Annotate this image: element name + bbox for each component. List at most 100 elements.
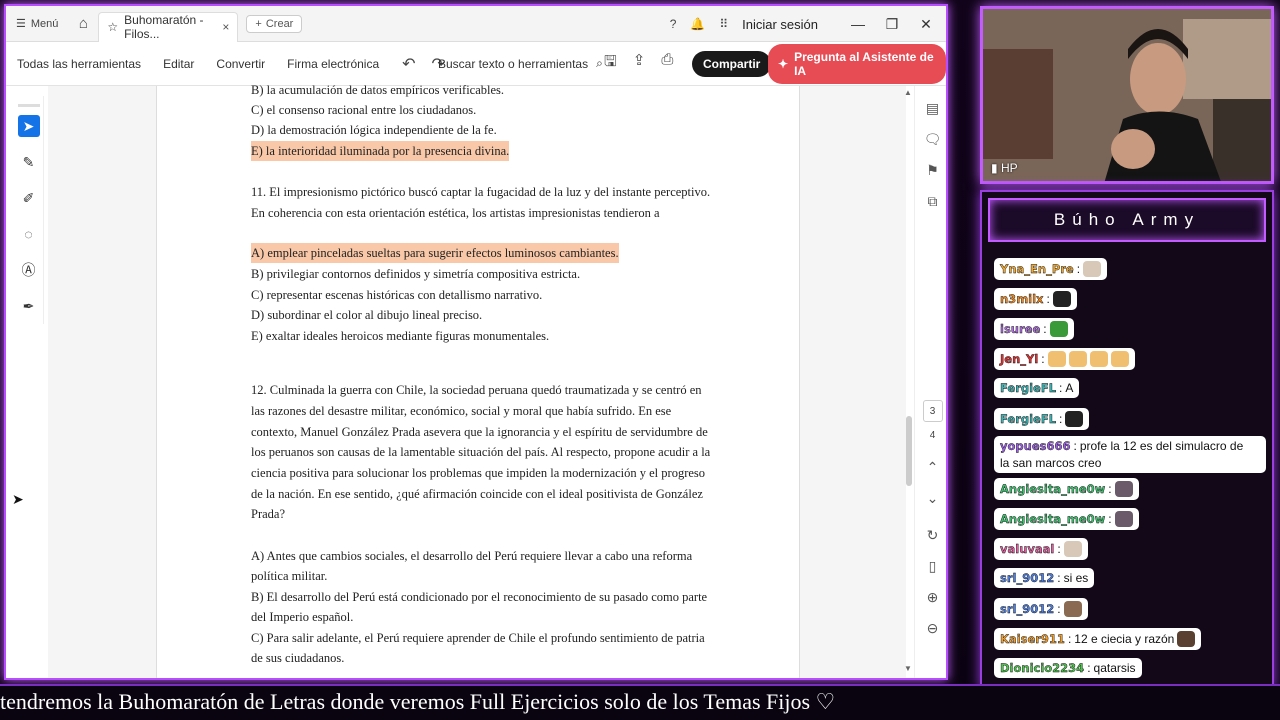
sign-icon[interactable]: ✒ <box>18 295 40 317</box>
document-line: C) Para salir adelante, el Perú requiere… <box>251 631 705 645</box>
emote-icon <box>1068 351 1087 367</box>
search-tools[interactable]: Buscar texto o herramientas ⌕ <box>438 56 603 71</box>
mouse-cursor-icon: ➤ <box>12 491 24 507</box>
undo-icon[interactable]: ↶ <box>402 54 415 74</box>
comments-icon[interactable]: 🗨 <box>924 131 942 148</box>
chat-message: FergieFL : A <box>994 378 1080 398</box>
chat-username[interactable]: yopues666 <box>1000 439 1071 453</box>
minimize-icon[interactable]: — <box>848 16 868 32</box>
new-tab-button[interactable]: + Crear <box>246 14 303 33</box>
bookmark-icon[interactable]: ⚑ <box>926 162 939 179</box>
ai-summary-icon[interactable]: ▤ <box>926 100 939 117</box>
webcam-image <box>983 9 1271 181</box>
page-fit-icon[interactable]: ▯ <box>929 558 937 575</box>
menu-label: Menú <box>30 17 59 30</box>
hamburger-icon: ☰ <box>16 18 26 30</box>
document-viewport[interactable]: B) la acumulación de datos empíricos ver… <box>48 83 906 678</box>
close-window-icon[interactable]: ✕ <box>916 16 936 33</box>
chat-username[interactable]: srl_9012 <box>1000 602 1055 616</box>
chat-text: A <box>1065 381 1074 395</box>
chat-panel: Búho Army Yna_En_Pre : n3milx : isuree : Je… <box>980 190 1274 690</box>
document-line: 12. Culminada la guerra con Chile, la so… <box>251 383 702 397</box>
chat-username[interactable]: Jen_Yl <box>1000 352 1039 366</box>
rotate-icon[interactable]: ↻ <box>927 527 939 544</box>
ai-assistant-button[interactable]: ✦ Pregunta al Asistente de IA <box>768 43 946 84</box>
chat-separator: : <box>1059 381 1063 395</box>
page-number-next[interactable]: 4 <box>930 430 936 441</box>
toolbar-grip <box>17 104 40 107</box>
chat-username[interactable]: Yna_En_Pre <box>1000 262 1074 276</box>
chat-separator: : <box>1073 439 1077 453</box>
chat-username[interactable]: n3milx <box>1000 292 1044 306</box>
chat-message: FergieFL : <box>994 408 1090 430</box>
star-icon[interactable]: ☆ <box>107 20 118 34</box>
chat-separator: : <box>1108 482 1112 496</box>
sign-in-button[interactable]: Iniciar sesión <box>742 17 818 32</box>
bell-icon[interactable]: 🔔 <box>690 17 705 31</box>
ticker-text: tendremos la Buhomaratón de Letras donde… <box>0 689 836 714</box>
emote-icon <box>1049 321 1068 337</box>
chat-message: n3milx : <box>994 288 1077 310</box>
chat-username[interactable]: Angiesita_me0w <box>1000 512 1106 526</box>
scroll-down-arrow-icon[interactable]: ▼ <box>904 664 912 673</box>
document-line: B) privilegiar contornos definidos y sim… <box>251 267 581 281</box>
pages-icon[interactable]: ⧉ <box>928 193 938 210</box>
emote-icon <box>1114 511 1133 527</box>
document-line: de la nación. En ese sentido, ¿qué afirm… <box>251 487 703 501</box>
help-icon[interactable]: ? <box>670 17 677 31</box>
restore-icon[interactable]: ❐ <box>882 16 902 33</box>
menu-button[interactable]: ☰ Menú <box>6 17 68 31</box>
esign-button[interactable]: Firma electrónica <box>276 57 390 71</box>
zoom-out-icon[interactable]: ⊖ <box>927 620 939 637</box>
previous-page-icon[interactable]: ⌃ <box>927 459 939 476</box>
close-tab-icon[interactable]: × <box>222 20 229 34</box>
chat-message: isuree : <box>994 318 1074 340</box>
save-icon[interactable]: 🖫 <box>604 51 617 76</box>
add-comment-icon[interactable]: ✎ <box>18 151 40 173</box>
vertical-scrollbar[interactable]: ▲ ▼ <box>904 86 914 678</box>
document-line: D) subordinar el color al dibujo lineal … <box>251 308 483 322</box>
chat-username[interactable]: isuree <box>1000 322 1041 336</box>
emote-icon <box>1177 631 1196 647</box>
apps-grid-icon[interactable]: ⠿ <box>719 17 728 31</box>
print-icon[interactable]: ⎙ <box>661 51 673 76</box>
emote-icon <box>1110 351 1129 367</box>
upload-icon[interactable]: ⇪ <box>633 51 646 76</box>
document-line: E) la interioridad iluminada por la pres… <box>251 141 510 161</box>
search-icon: ⌕ <box>596 56 603 70</box>
document-line: C) representar escenas históricas con de… <box>251 288 543 302</box>
page-number-current[interactable]: 3 <box>922 400 943 422</box>
scroll-up-arrow-icon[interactable]: ▲ <box>904 88 912 97</box>
chat-text: si es <box>1063 571 1089 585</box>
convert-button[interactable]: Convertir <box>205 57 276 71</box>
emote-icon <box>1047 351 1066 367</box>
freehand-draw-icon[interactable]: ◌ <box>18 223 40 245</box>
chat-username[interactable]: FergieFL <box>1000 412 1056 426</box>
chat-message: srl_9012 : si es <box>994 568 1095 588</box>
zoom-in-icon[interactable]: ⊕ <box>927 589 939 606</box>
chat-separator: : <box>1043 322 1047 336</box>
document-tab[interactable]: ☆ Buhomaratón - Filos... × <box>98 11 239 42</box>
document-line: A) emplear pinceladas sueltas para suger… <box>251 243 619 263</box>
all-tools-button[interactable]: Todas las herramientas <box>6 57 152 71</box>
chat-username[interactable]: Angiesita_me0w <box>1000 482 1106 496</box>
highlight-pen-icon[interactable]: ✐ <box>18 187 40 209</box>
chat-message: Angiesita_me0w : <box>994 508 1139 530</box>
chat-username[interactable]: Dionicio2234 <box>1000 661 1085 675</box>
chat-message: Kaiser911 : 12 e ciecia y razón <box>994 628 1202 650</box>
chat-username[interactable]: Kaiser911 <box>1000 632 1065 646</box>
scroll-thumb[interactable] <box>906 416 912 486</box>
acrobat-window: ☰ Menú ⌂ ☆ Buhomaratón - Filos... × + Cr… <box>4 4 948 680</box>
chat-message: Dionicio2234 : qatarsis <box>994 658 1142 678</box>
chat-username[interactable]: srl_9012 <box>1000 571 1055 585</box>
home-icon[interactable]: ⌂ <box>68 15 98 32</box>
select-cursor-icon[interactable]: ➤ <box>17 115 40 137</box>
chat-username[interactable]: FergieFL <box>1000 381 1056 395</box>
share-button[interactable]: Compartir <box>692 50 772 77</box>
chat-text: qatarsis <box>1093 661 1136 675</box>
next-page-icon[interactable]: ⌄ <box>927 490 939 507</box>
chat-username[interactable]: valuvaal <box>1000 542 1055 556</box>
edit-button[interactable]: Editar <box>152 57 205 71</box>
text-select-icon[interactable]: Ⓐ <box>18 259 40 281</box>
titlebar: ☰ Menú ⌂ ☆ Buhomaratón - Filos... × + Cr… <box>6 6 946 42</box>
